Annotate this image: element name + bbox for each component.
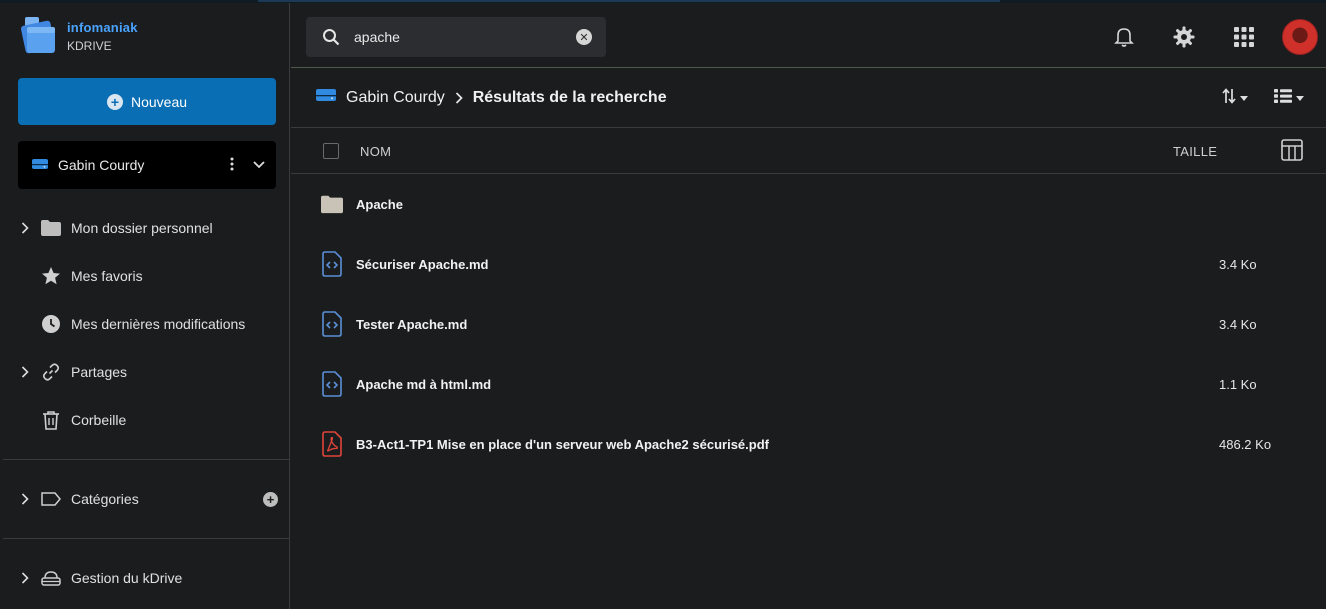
kdrive-logo-icon [20, 15, 57, 55]
chevron-right-icon[interactable] [17, 493, 33, 505]
sidebar-divider [3, 459, 290, 460]
clear-search-icon[interactable]: ✕ [576, 29, 592, 45]
sidebar-item-label: Mes favoris [71, 268, 143, 284]
table-row[interactable]: Apache md à html.md 1.1 Ko [291, 354, 1326, 414]
breadcrumb: Gabin Courdy Résultats de la recherche [316, 88, 667, 107]
trash-icon [40, 410, 62, 430]
sidebar-item-favorites[interactable]: Mes favoris [3, 256, 290, 296]
add-category-icon[interactable]: + [263, 491, 278, 507]
brand[interactable]: infomaniak KDRIVE [20, 15, 138, 55]
header-divider [291, 67, 1326, 68]
pdf-file-icon [321, 431, 343, 457]
new-button-label: Nouveau [130, 93, 188, 110]
main-content: ✕ Gabin Courdy Résultats de la recherche [291, 3, 1326, 609]
breadcrumb-current: Résultats de la recherche [472, 88, 667, 106]
file-name[interactable]: Tester Apache.md [356, 317, 467, 332]
view-mode-button[interactable] [1274, 89, 1304, 108]
sidebar-item-personal-folder[interactable]: Mon dossier personnel [3, 208, 290, 248]
chevron-right-icon[interactable] [17, 366, 33, 378]
sidebar-item-label: Gestion du kDrive [71, 570, 183, 586]
star-icon [40, 266, 62, 286]
plus-circle-icon: + [106, 93, 123, 110]
file-name[interactable]: Apache md à html.md [356, 377, 491, 392]
table-row[interactable]: Tester Apache.md 3.4 Ko [291, 294, 1326, 354]
sidebar: infomaniak KDRIVE + Nouveau Gabin Courdy… [3, 3, 290, 609]
table-row[interactable]: B3-Act1-TP1 Mise en place d'un serveur w… [291, 414, 1326, 474]
apps-grid-icon[interactable] [1214, 27, 1274, 47]
drive-icon [316, 88, 336, 107]
brand-product: KDRIVE [67, 39, 112, 53]
new-button[interactable]: + Nouveau [18, 78, 276, 125]
user-avatar-button[interactable] [1274, 19, 1326, 55]
sort-button[interactable] [1222, 88, 1248, 109]
file-size: 1.1 Ko [1219, 376, 1257, 392]
window-top-accent [258, 0, 1000, 2]
file-name[interactable]: Apache [356, 197, 403, 212]
table-row[interactable]: Apache [291, 174, 1326, 234]
breadcrumb-root-link[interactable]: Gabin Courdy [346, 89, 445, 107]
sidebar-item-label: Mon dossier personnel [71, 220, 213, 236]
sort-icon [1222, 88, 1236, 109]
file-size: 3.4 Ko [1219, 256, 1257, 272]
drive-cloud-icon [40, 570, 62, 586]
sidebar-item-label: Catégories [71, 491, 139, 507]
drive-name: Gabin Courdy [58, 157, 145, 173]
tag-icon [40, 492, 62, 506]
search-icon [322, 28, 340, 46]
sidebar-item-categories[interactable]: Catégories + [3, 479, 290, 519]
drive-selector[interactable]: Gabin Courdy [18, 141, 276, 189]
columns-settings-icon[interactable] [1281, 138, 1303, 164]
folder-icon [40, 220, 62, 236]
drive-menu-icon[interactable] [222, 157, 242, 174]
gear-icon[interactable] [1154, 26, 1214, 48]
folder-icon [321, 191, 343, 217]
chevron-right-icon[interactable] [17, 572, 33, 584]
chevron-right-icon[interactable] [17, 222, 33, 234]
sidebar-item-recent-changes[interactable]: Mes dernières modifications [3, 304, 290, 344]
sidebar-item-label: Mes dernières modifications [71, 316, 246, 332]
select-all-checkbox[interactable] [323, 143, 339, 159]
sidebar-item-label: Partages [71, 364, 128, 380]
file-size: 486.2 Ko [1219, 436, 1272, 452]
view-controls [1196, 88, 1304, 109]
table-row[interactable]: Sécuriser Apache.md 3.4 Ko [291, 234, 1326, 294]
chevron-down-icon[interactable] [242, 161, 276, 169]
chevron-right-icon [455, 91, 463, 104]
link-icon [40, 362, 62, 382]
caret-down-icon [1296, 96, 1304, 101]
column-name-header[interactable]: NOM [360, 144, 391, 159]
column-size-header[interactable]: TAILLE [1173, 144, 1217, 159]
file-name[interactable]: Sécuriser Apache.md [356, 257, 488, 272]
file-size: 3.4 Ko [1219, 316, 1257, 332]
search-bar[interactable]: ✕ [306, 17, 606, 57]
sidebar-item-trash[interactable]: Corbeille [3, 400, 290, 440]
sidebar-item-shares[interactable]: Partages [3, 352, 290, 392]
top-actions [1094, 19, 1326, 55]
toolbar-divider [291, 127, 1326, 128]
clock-icon [40, 314, 62, 334]
file-name[interactable]: B3-Act1-TP1 Mise en place d'un serveur w… [356, 437, 769, 452]
sidebar-divider [3, 538, 290, 539]
code-file-icon [321, 311, 343, 337]
avatar [1282, 19, 1318, 55]
caret-down-icon [1240, 96, 1248, 101]
code-file-icon [321, 251, 343, 277]
search-input[interactable] [354, 29, 554, 45]
list-view-icon [1274, 89, 1292, 108]
brand-name: infomaniak [67, 20, 138, 35]
sidebar-item-label: Corbeille [71, 412, 127, 428]
drive-icon [32, 157, 48, 173]
code-file-icon [321, 371, 343, 397]
bell-icon[interactable] [1094, 26, 1154, 48]
sidebar-item-manage-kdrive[interactable]: Gestion du kDrive [3, 558, 290, 598]
table-header: NOM TAILLE [291, 129, 1326, 173]
